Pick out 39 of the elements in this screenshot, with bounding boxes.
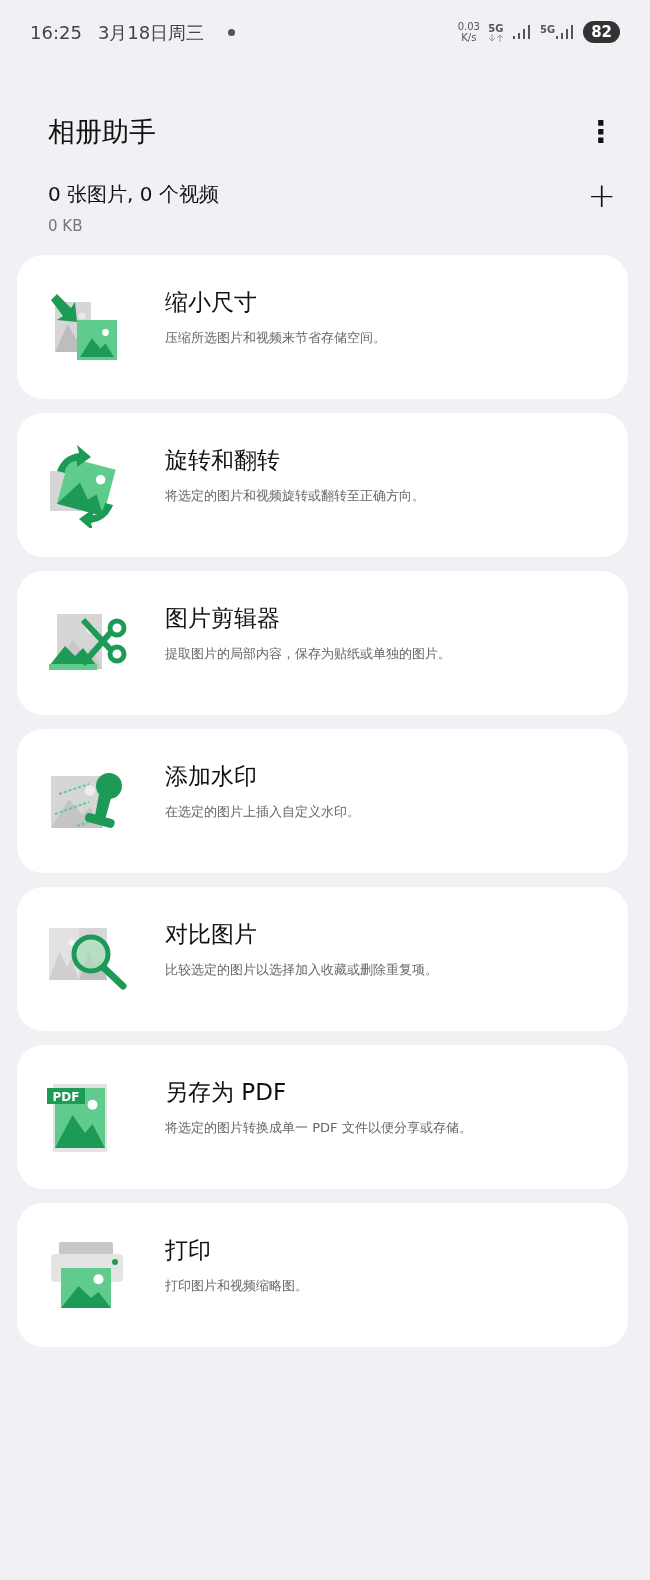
tool-title: 添加水印 [165, 762, 258, 791]
signal-icon [555, 24, 576, 40]
storage-size: 0 KB [48, 215, 84, 237]
tool-title: 对比图片 [165, 920, 258, 949]
tool-description: 将选定的图片和视频旋转或翻转至正确方向。 [165, 486, 425, 505]
tool-title: 打印 [165, 1236, 212, 1265]
tool-description: 提取图片的局部内容，保存为贴纸或单独的图片。 [165, 644, 451, 663]
tool-card[interactable]: 旋转和翻转 将选定的图片和视频旋转或翻转至正确方向。 [17, 413, 628, 557]
network-type: 5G [539, 24, 556, 35]
network-type: 5G [487, 22, 504, 34]
tool-title: 旋转和翻转 [165, 446, 281, 475]
tool-description: 压缩所选图片和视频来节省存储空间。 [165, 328, 386, 347]
status-date: 3月18日周三 [97, 20, 205, 45]
notification-dot [228, 28, 236, 36]
tool-card[interactable]: 缩小尺寸 压缩所选图片和视频来节省存储空间。 [17, 255, 628, 399]
net-speed: 0.03 [457, 21, 480, 32]
tool-description: 将选定的图片转换成单一 PDF 文件以便分享或存储。 [165, 1118, 472, 1137]
signal-icon [511, 24, 532, 40]
more-menu-button[interactable]: ⋮ [586, 117, 616, 148]
tool-card[interactable]: 图片剪辑器 提取图片的局部内容，保存为贴纸或单独的图片。 [17, 571, 628, 715]
pdf-photo-icon [47, 1083, 107, 1152]
status-time: 16:25 [30, 20, 82, 45]
net-speed-unit: K/s [460, 32, 478, 43]
tool-card[interactable]: 对比图片 比较选定的图片以选择加入收藏或删除重复项。 [17, 887, 628, 1031]
tool-card[interactable]: 打印 打印图片和视频缩略图。 [17, 1203, 628, 1347]
data-arrows-icon [487, 33, 504, 42]
tool-title: 缩小尺寸 [165, 288, 258, 317]
tool-description: 打印图片和视频缩略图。 [165, 1276, 308, 1295]
tool-card[interactable]: 添加水印 在选定的图片上插入自定义水印。 [17, 729, 628, 873]
media-count: 0 张图片, 0 个视频 [48, 180, 219, 208]
page-title: 相册助手 [48, 115, 156, 149]
tool-description: 比较选定的图片以选择加入收藏或删除重复项。 [165, 960, 438, 979]
tool-title: 图片剪辑器 [165, 604, 281, 633]
battery-indicator: 82 [583, 20, 620, 44]
tool-card[interactable]: PDF 另存为 PDF 将选定的图片转换成单一 PDF 文件以便分享或存储。 [17, 1045, 628, 1189]
pdf-label: PDF [52, 1089, 80, 1104]
add-button[interactable]: + [587, 177, 616, 212]
tool-title: 另存为 PDF [165, 1078, 288, 1107]
tool-description: 在选定的图片上插入自定义水印。 [165, 802, 360, 821]
